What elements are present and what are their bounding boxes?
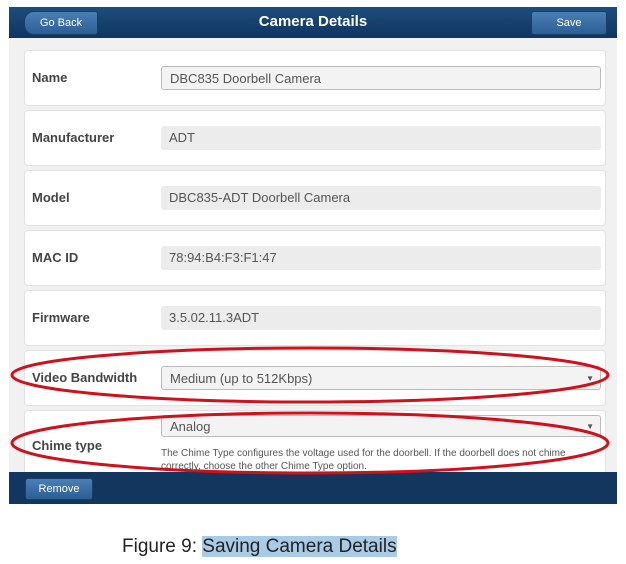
- caption-prefix: Figure 9:: [122, 536, 203, 557]
- chime-type-highlight-ellipse: [10, 411, 610, 475]
- annotation-overlay: [10, 346, 610, 475]
- video-bandwidth-highlight-ellipse: [10, 346, 610, 404]
- figure-caption: Figure 9: Saving Camera Details: [122, 536, 397, 558]
- caption-highlight: Saving Camera Details: [202, 536, 397, 557]
